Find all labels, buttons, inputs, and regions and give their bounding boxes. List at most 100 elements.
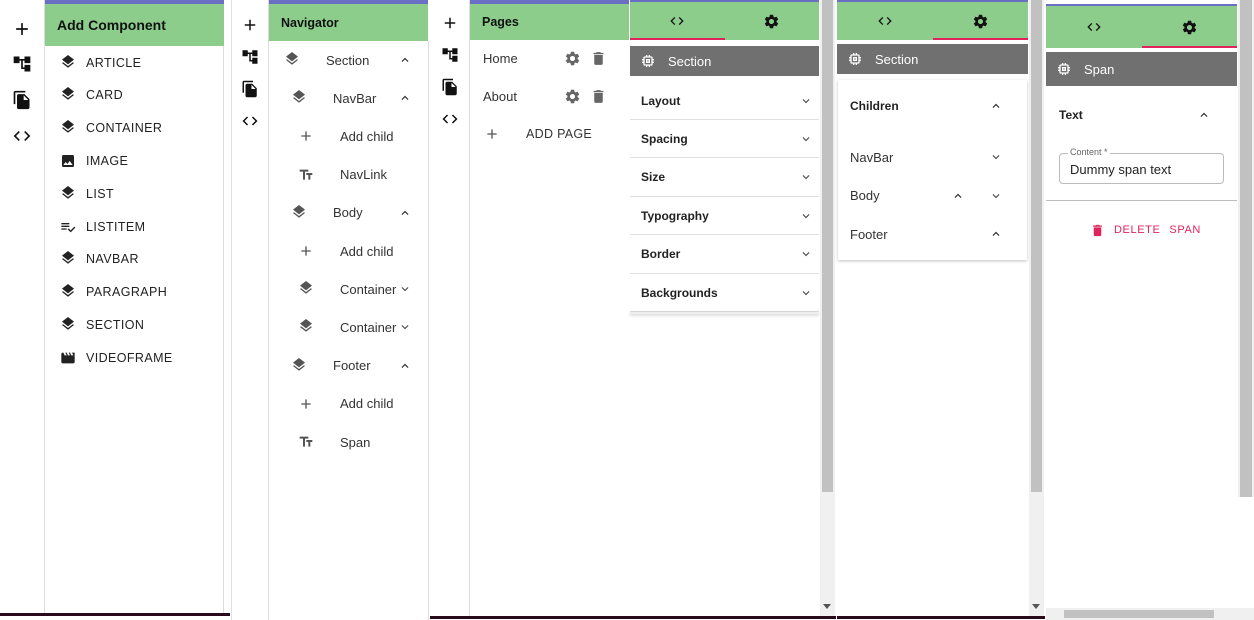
component-item-videoframe[interactable]: VIDEOFRAME: [45, 341, 223, 374]
move-down-button[interactable]: [989, 189, 1003, 203]
tab-code[interactable]: [630, 2, 725, 40]
code-icon: [877, 13, 893, 29]
component-item-card[interactable]: CARD: [45, 79, 223, 112]
tab-settings[interactable]: [1141, 6, 1238, 48]
navigator-button[interactable]: [430, 42, 469, 68]
scroll-down-arrow[interactable]: [823, 604, 831, 609]
move-up-button[interactable]: [951, 189, 965, 203]
code-button[interactable]: [232, 108, 268, 134]
navigator-row[interactable]: NavLink: [297, 160, 428, 190]
navigator-row[interactable]: Container: [297, 312, 428, 342]
component-item-article[interactable]: ARTICLE: [45, 46, 223, 79]
component-item-list[interactable]: LIST: [45, 177, 223, 210]
navigator-row[interactable]: Body: [290, 198, 428, 228]
child-item-footer[interactable]: Footer: [838, 219, 1027, 249]
panel-divider: [0, 613, 230, 616]
component-item-paragraph[interactable]: PARAGRAPH: [45, 276, 223, 309]
tree-icon: [441, 46, 459, 64]
style-group-size[interactable]: Size: [630, 159, 819, 197]
navigator-button[interactable]: [0, 51, 44, 77]
scrollbar[interactable]: [1238, 0, 1254, 497]
component-item-listitem[interactable]: LISTITEM: [45, 210, 223, 243]
navigator-row[interactable]: NavBar: [290, 83, 428, 113]
chevron-up-wrap[interactable]: [398, 91, 412, 105]
chevron-down-icon: [799, 209, 813, 223]
tree-icon: [241, 48, 259, 66]
tab-settings[interactable]: [932, 2, 1029, 40]
content-input[interactable]: [1070, 160, 1220, 178]
navigator-row[interactable]: Span: [297, 427, 428, 457]
add-component-button[interactable]: [0, 16, 44, 42]
chevron-down-icon: [799, 132, 813, 146]
component-item-navbar[interactable]: NAVBAR: [45, 243, 223, 276]
navigator-row[interactable]: Container: [297, 274, 428, 304]
navigator-row[interactable]: Add child: [297, 389, 428, 419]
chevron-up-wrap[interactable]: [398, 53, 412, 67]
code-icon: [1086, 19, 1102, 35]
tab-code[interactable]: [837, 2, 933, 40]
style-group-label: Spacing: [641, 131, 688, 146]
style-group-layout[interactable]: Layout: [630, 82, 819, 120]
page-settings-button[interactable]: [564, 50, 581, 67]
chevron-down-wrap[interactable]: [398, 320, 412, 334]
scrollbar[interactable]: [1029, 0, 1044, 617]
chevron-up-wrap[interactable]: [398, 206, 412, 220]
navigator-icon-wrap: [290, 357, 308, 375]
pages-button[interactable]: [0, 87, 44, 113]
layers-icon: [60, 251, 76, 267]
page-delete-button[interactable]: [590, 50, 607, 67]
page-settings-button[interactable]: [564, 88, 581, 105]
component-item-section[interactable]: SECTION: [45, 308, 223, 341]
chevron-down-wrap[interactable]: [398, 282, 412, 296]
move-down-button[interactable]: [989, 150, 1003, 164]
style-group-typography[interactable]: Typography: [630, 197, 819, 236]
scroll-down-arrow[interactable]: [1032, 604, 1040, 609]
move-up-button[interactable]: [989, 227, 1003, 241]
children-group-header[interactable]: Children: [838, 90, 1027, 122]
chevron-down-icon: [799, 247, 813, 261]
style-group-backgrounds[interactable]: Backgrounds: [630, 274, 819, 312]
add-page-button[interactable]: ADD PAGE: [470, 117, 628, 151]
trash-icon: [1090, 223, 1105, 238]
chevron-up-icon: [989, 227, 1003, 241]
tab-settings[interactable]: [725, 2, 820, 40]
layers-icon: [60, 284, 76, 300]
navigator-row[interactable]: Section: [283, 45, 428, 75]
scrollbar-thumb[interactable]: [822, 0, 833, 492]
style-group-spacing[interactable]: Spacing: [630, 120, 819, 159]
text-group-header[interactable]: Text: [1046, 100, 1237, 130]
code-button[interactable]: [430, 106, 469, 132]
navigator-header: Navigator: [269, 0, 428, 41]
page-item-about[interactable]: About: [470, 79, 628, 113]
child-item-navbar[interactable]: NavBar: [838, 142, 1027, 172]
style-group-border[interactable]: Border: [630, 236, 819, 274]
add-component-button[interactable]: [232, 12, 268, 38]
horizontal-scrollbar[interactable]: [1046, 608, 1254, 620]
delete-span-button[interactable]: DELETE SPAN: [1090, 220, 1210, 240]
navigator-button[interactable]: [232, 44, 268, 70]
navigator-row[interactable]: Footer: [290, 351, 428, 381]
scrollbar-thumb[interactable]: [1031, 0, 1042, 492]
chevron-up-icon: [951, 189, 965, 203]
add-component-button[interactable]: [430, 10, 469, 36]
pages-button[interactable]: [430, 74, 469, 100]
tab-code[interactable]: [1046, 6, 1142, 48]
component-item-image[interactable]: IMAGE: [45, 144, 223, 177]
layers-icon: [284, 52, 300, 68]
chevron-up-wrap[interactable]: [398, 359, 412, 373]
page-delete-button[interactable]: [590, 88, 607, 105]
component-icon-wrap: [60, 120, 76, 136]
code-icon: [241, 112, 259, 130]
child-item-body[interactable]: Body: [838, 181, 1027, 211]
pages-button[interactable]: [232, 76, 268, 102]
page-item-home[interactable]: Home: [470, 41, 628, 75]
navigator-row[interactable]: Add child: [297, 236, 428, 266]
layers-icon: [291, 90, 307, 106]
settings-tabbar: [1046, 4, 1237, 48]
code-button[interactable]: [0, 123, 44, 149]
navigator-row[interactable]: Add child: [297, 121, 428, 151]
component-item-container[interactable]: CONTAINER: [45, 112, 223, 145]
scrollbar[interactable]: [820, 0, 835, 617]
scrollbar-thumb[interactable]: [1240, 0, 1252, 497]
horizontal-scrollbar-thumb[interactable]: [1064, 610, 1214, 618]
